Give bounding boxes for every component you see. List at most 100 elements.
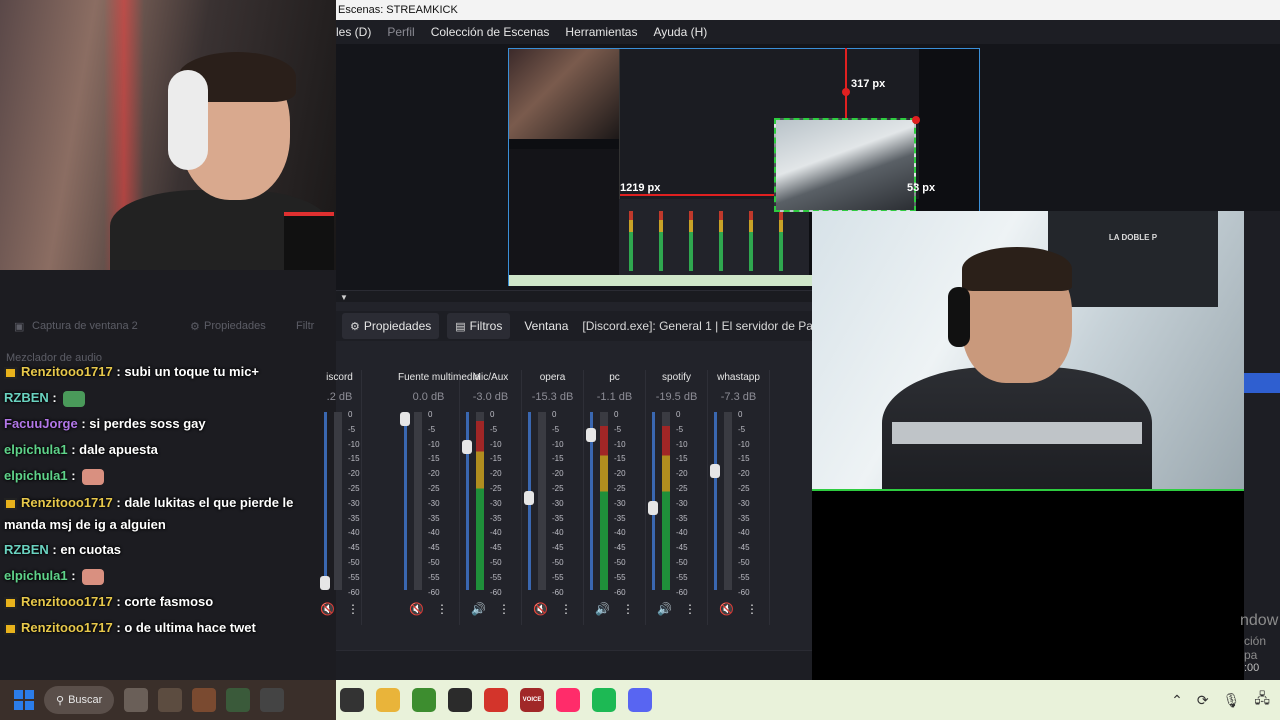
channel-menu-icon[interactable]: ⋮ [560, 602, 572, 616]
channel-menu-icon[interactable]: ⋮ [746, 602, 758, 616]
fader-knob[interactable] [524, 491, 534, 505]
menu-item-profile[interactable]: Perfil [387, 25, 414, 39]
headphones-icon [168, 70, 208, 170]
minecraft-icon[interactable] [412, 688, 436, 712]
chat-username[interactable]: Renzitooo1717 [21, 594, 113, 609]
fader-knob[interactable] [710, 464, 720, 478]
fader-knob[interactable] [462, 440, 472, 454]
menu-item-help[interactable]: Ayuda (H) [653, 25, 707, 39]
filters-button[interactable]: ▤ Filtros [447, 313, 511, 339]
menu-item-file[interactable]: les (D) [336, 25, 371, 39]
channel-menu-icon[interactable]: ⋮ [498, 602, 510, 616]
tiktok-icon[interactable] [556, 688, 580, 712]
chrome-icon[interactable] [448, 688, 472, 712]
capture-label[interactable]: Captura de ventana 2 [32, 320, 138, 332]
db-tick-label: -5 [676, 424, 684, 434]
db-tick-label: -20 [614, 469, 626, 479]
db-scale: 0 -5 -10 -15 -20 -25 -30 -35 -40 -45 -50 -55 -60 [490, 408, 502, 600]
channel-name: Mic/Aux [472, 372, 509, 383]
db-tick-label: -35 [614, 513, 626, 523]
chat-text: : o de ultima hace twet [116, 620, 256, 635]
volume-fader[interactable] [320, 412, 330, 590]
muted-speaker-icon[interactable]: 🔇 [409, 602, 424, 616]
sync-icon[interactable]: ⟳ [1197, 692, 1209, 709]
volume-fader[interactable] [524, 412, 534, 590]
chat-username[interactable]: RZBEN [4, 542, 49, 557]
channel-menu-icon[interactable]: ⋮ [347, 602, 359, 616]
chat-username[interactable]: elpichula1 [4, 468, 68, 483]
level-meter [724, 412, 732, 590]
chat-username[interactable]: FacuuJorge [4, 416, 78, 431]
db-scale: 0 -5 -10 -15 -20 -25 -30 -35 -40 -45 -50 -55 -60 [348, 408, 360, 600]
speaker-icon[interactable]: 🔊 [595, 602, 610, 616]
opera-icon[interactable] [484, 688, 508, 712]
channel-menu-icon[interactable]: ⋮ [684, 602, 696, 616]
volume-fader[interactable] [586, 412, 596, 590]
menu-item-scene-collection[interactable]: Colección de Escenas [431, 25, 550, 39]
app-icon[interactable] [226, 688, 251, 712]
fader-knob[interactable] [586, 428, 596, 442]
chat-message: Renzitooo1717 : o de ultima hace twet [4, 618, 334, 644]
resize-handle[interactable] [842, 88, 850, 96]
task-view-icon[interactable] [124, 688, 149, 712]
chat-username[interactable]: Renzitooo1717 [21, 495, 113, 510]
chat-username[interactable]: elpichula1 [4, 568, 68, 583]
properties-button[interactable]: Propiedades [204, 320, 266, 332]
channel-menu-icon[interactable]: ⋮ [436, 602, 448, 616]
microphone-icon[interactable]: 🎙 [1223, 692, 1241, 709]
db-tick-label: -40 [490, 528, 502, 538]
volume-fader[interactable] [400, 412, 410, 590]
resize-handle[interactable] [912, 116, 920, 124]
chat-username[interactable]: Renzitooo1717 [21, 620, 113, 635]
chat-username[interactable]: elpichula1 [4, 442, 68, 457]
headset-icon [948, 287, 970, 347]
app-icon[interactable] [260, 688, 285, 712]
chevron-up-icon[interactable]: ⌃ [1171, 692, 1183, 709]
db-tick-label: -50 [428, 557, 440, 567]
db-tick-label: -15 [738, 454, 750, 464]
taskbar-search[interactable]: ⚲ Buscar [44, 686, 115, 714]
channel-db: .2 dB [326, 391, 353, 403]
chat-message: RZBEN : en cuotas [4, 540, 334, 566]
muted-speaker-icon[interactable]: 🔇 [719, 602, 734, 616]
properties-button[interactable]: ⚙ Propiedades [342, 313, 440, 339]
folder-icon[interactable] [376, 688, 400, 712]
obs-icon[interactable] [340, 688, 364, 712]
muted-speaker-icon[interactable]: 🔇 [533, 602, 548, 616]
db-tick-label: 0 [552, 410, 557, 419]
muted-speaker-icon[interactable]: 🔇 [320, 602, 335, 616]
chat-username[interactable]: RZBEN [4, 390, 49, 405]
volume-fader[interactable] [710, 412, 720, 590]
volume-fader[interactable] [648, 412, 658, 590]
network-icon[interactable]: 🖧 [1254, 688, 1270, 712]
menu-item-tools[interactable]: Herramientas [565, 25, 637, 39]
db-tick-label: 0 [348, 410, 353, 419]
db-tick-label: -45 [738, 543, 750, 553]
db-tick-label: -60 [614, 587, 626, 597]
fader-knob[interactable] [320, 576, 330, 590]
filters-button[interactable]: Filtr [296, 320, 314, 332]
search-label: Buscar [68, 694, 103, 706]
volume-fader[interactable] [462, 412, 472, 590]
selected-item[interactable] [1244, 373, 1280, 393]
selected-webcam-source[interactable] [774, 118, 916, 212]
spotify-icon[interactable] [592, 688, 616, 712]
db-tick-label: -25 [348, 483, 360, 493]
taskbar: ⚲ Buscar VOICE ⌃ ⟳ 🎙 🖧 [0, 680, 1280, 720]
db-tick-label: -20 [490, 469, 502, 479]
chat-username[interactable]: Renzitooo1717 [21, 364, 113, 379]
app-icon[interactable] [158, 688, 183, 712]
voicemeeter-icon[interactable]: VOICE [520, 688, 544, 712]
windows-start-icon[interactable] [14, 690, 34, 710]
window-select[interactable]: [Discord.exe]: General 1 | El servidor d… [582, 319, 835, 333]
fader-knob[interactable] [400, 412, 410, 426]
db-tick-label: -35 [348, 513, 360, 523]
fader-knob[interactable] [648, 501, 658, 515]
channel-menu-icon[interactable]: ⋮ [622, 602, 634, 616]
speaker-icon[interactable]: 🔊 [471, 602, 486, 616]
triangle-down-icon[interactable]: ▼ [340, 293, 348, 302]
speaker-icon[interactable]: 🔊 [657, 602, 672, 616]
db-tick-label: -25 [614, 483, 626, 493]
discord-icon[interactable] [628, 688, 652, 712]
app-icon[interactable] [192, 688, 217, 712]
